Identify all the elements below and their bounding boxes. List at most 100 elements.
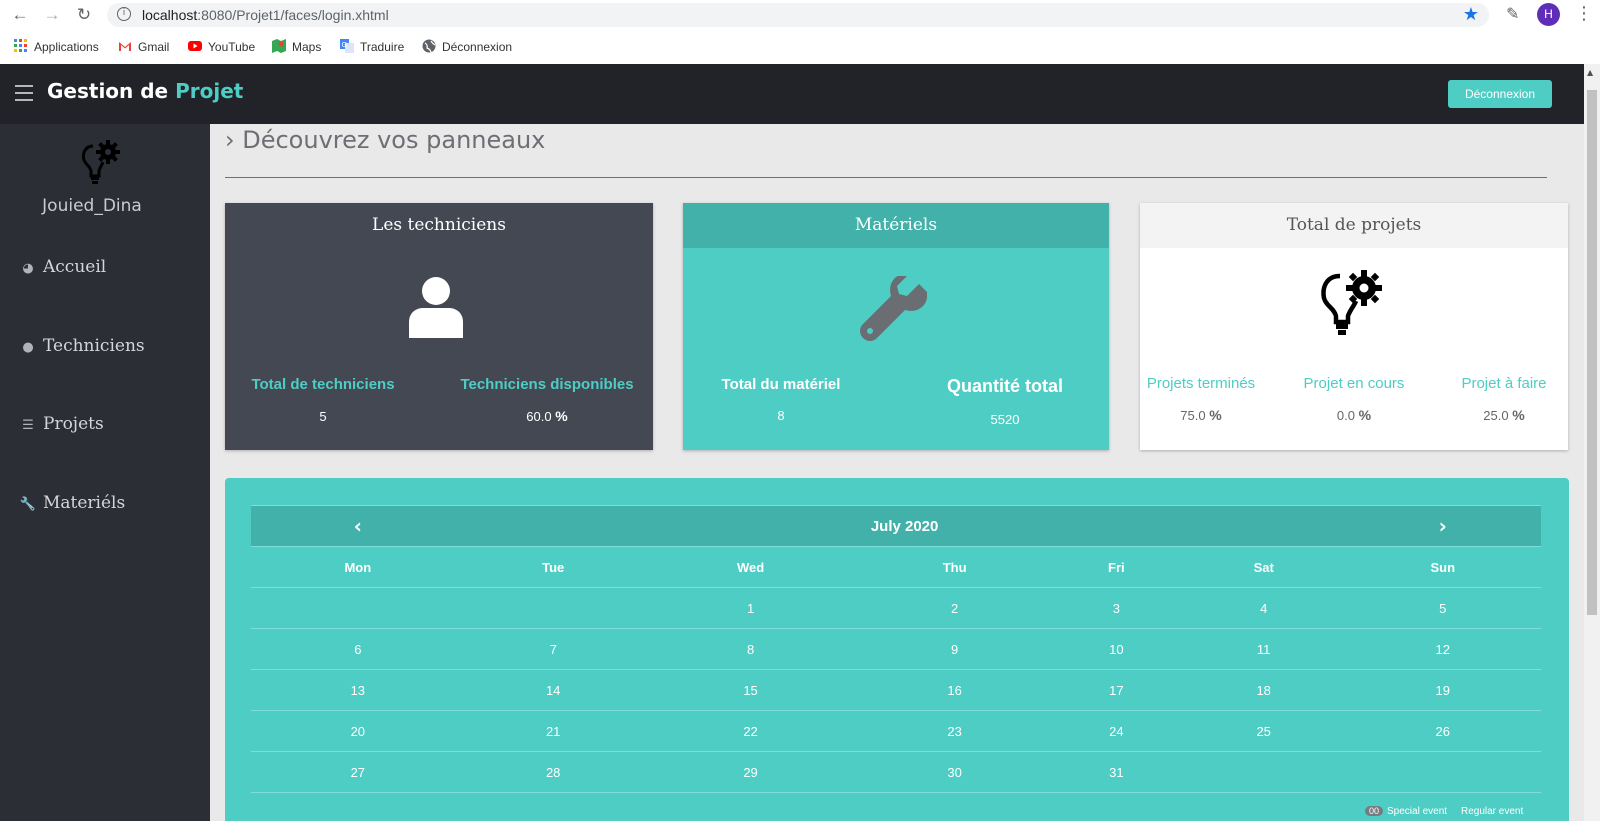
sidebar-item-techniciens[interactable]: ● Techniciens <box>19 334 144 358</box>
calendar-day[interactable]: 10 <box>1049 628 1183 670</box>
bookmark-youtube[interactable]: YouTube <box>188 38 255 56</box>
calendar-day[interactable]: 13 <box>251 669 465 711</box>
calendar-week-row: 6 7 8 9 10 11 12 <box>251 628 1541 670</box>
bookmark-label: Traduire <box>360 40 405 54</box>
calendar-day[interactable]: 28 <box>464 751 642 793</box>
url-path: :8080/Projet1/faces/login.xhtml <box>197 7 389 23</box>
bookmark-label: YouTube <box>208 40 256 54</box>
calendar-day[interactable]: 15 <box>641 669 860 711</box>
main-content: › Découvrez vos panneaux Les techniciens… <box>210 124 1584 821</box>
projects-panel[interactable]: Total de projets Projets terminés 75.0 %… <box>1140 203 1568 450</box>
calendar-day[interactable] <box>251 587 465 629</box>
weekday-label: Fri <box>1049 546 1183 588</box>
browser-toolbar: ← → ↻ i localhost:8080/Projet1/faces/log… <box>0 0 1600 29</box>
calendar-day[interactable]: 29 <box>641 751 860 793</box>
bookmark-traduire[interactable]: G Traduire <box>340 38 404 56</box>
calendar-day[interactable]: 17 <box>1049 669 1183 711</box>
projects-done-label: Projets terminés <box>1146 375 1256 392</box>
calendar-day[interactable]: 24 <box>1049 710 1183 752</box>
calendar-day[interactable]: 1 <box>641 587 860 629</box>
calendar-card: ‹ July 2020 › Mon Tue Wed Thu Fri Sat Su… <box>225 478 1569 821</box>
calendar-day[interactable]: 6 <box>251 628 465 670</box>
calendar-day[interactable]: 14 <box>464 669 642 711</box>
page-heading-text: Découvrez vos panneaux <box>242 126 546 154</box>
calendar-next-button[interactable]: › <box>1344 505 1541 547</box>
materials-panel[interactable]: Matériels Total du matériel 8 Quantité t… <box>683 203 1109 450</box>
calendar-day[interactable]: 8 <box>641 628 860 670</box>
weekday-label: Sat <box>1182 546 1345 588</box>
calendar-day[interactable] <box>464 587 642 629</box>
calendar-day[interactable]: 27 <box>251 751 465 793</box>
bookmark-star-icon[interactable]: ★ <box>1463 4 1479 25</box>
calendar-day[interactable] <box>1344 751 1541 793</box>
calendar-day[interactable]: 12 <box>1344 628 1541 670</box>
profile-avatar[interactable]: H <box>1537 3 1560 26</box>
bookmark-deconnexion[interactable]: Déconnexion <box>422 38 512 56</box>
calendar-day[interactable]: 23 <box>859 710 1050 752</box>
bookmark-label: Applications <box>34 40 99 54</box>
total-materials-value: 8 <box>777 408 785 423</box>
calendar-day[interactable]: 31 <box>1049 751 1183 793</box>
calendar-day[interactable]: 4 <box>1182 587 1345 629</box>
total-technicians-value: 5 <box>319 409 327 424</box>
sidebar: Jouied_Dina ◕ Accueil ● Techniciens ☰ Proje… <box>0 124 210 821</box>
hamburger-menu-icon[interactable] <box>15 85 33 101</box>
extensions-icon[interactable]: ✎ <box>1506 4 1519 23</box>
calendar-day[interactable]: 2 <box>859 587 1050 629</box>
wrench-icon: 🔧 <box>19 497 37 512</box>
calendar-month: July 2020 <box>464 505 1345 547</box>
chevron-right-icon: › <box>1438 514 1447 538</box>
bookmark-maps[interactable]: Maps <box>272 38 321 56</box>
browser-menu-icon[interactable]: ⋮ <box>1575 3 1593 24</box>
total-quantity-value: 5520 <box>990 412 1020 427</box>
calendar-day[interactable]: 9 <box>859 628 1050 670</box>
page-scrollbar[interactable]: ▲ <box>1584 64 1600 821</box>
percent-sign: % <box>1209 407 1222 423</box>
calendar-day[interactable] <box>1182 751 1345 793</box>
reload-icon[interactable]: ↻ <box>74 5 94 25</box>
calendar-day[interactable]: 30 <box>859 751 1050 793</box>
technicians-panel[interactable]: Les techniciens Total de techniciens 5 T… <box>225 203 653 450</box>
info-icon[interactable]: i <box>117 7 131 21</box>
sidebar-item-accueil[interactable]: ◕ Accueil <box>19 255 106 279</box>
dashboard-icon: ◕ <box>22 261 34 276</box>
bookmark-applications[interactable]: Applications <box>14 38 99 56</box>
bookmark-gmail[interactable]: Gmail <box>118 38 169 56</box>
percent-sign: % <box>555 408 568 424</box>
logout-button[interactable]: Déconnexion <box>1448 80 1552 108</box>
panel-title: Matériels <box>683 203 1109 248</box>
scrollbar-thumb[interactable] <box>1587 90 1597 615</box>
lightbulb-gear-icon <box>81 140 120 184</box>
calendar-day[interactable]: 21 <box>464 710 642 752</box>
calendar-day[interactable]: 25 <box>1182 710 1345 752</box>
calendar-day[interactable]: 26 <box>1344 710 1541 752</box>
back-arrow-icon[interactable]: ← <box>10 5 30 25</box>
calendar-day[interactable]: 3 <box>1049 587 1183 629</box>
lightbulb-gear-icon <box>1321 270 1382 335</box>
calendar-week-row: 20 21 22 23 24 25 26 <box>251 710 1541 752</box>
calendar-day[interactable]: 20 <box>251 710 465 752</box>
list-icon: ☰ <box>22 418 34 433</box>
projects-todo-value: 25.0 % <box>1444 407 1564 423</box>
address-bar[interactable]: i localhost:8080/Projet1/faces/login.xht… <box>107 3 1489 27</box>
bookmarks-bar: Applications Gmail YouTube Maps G Traduir… <box>0 29 1600 64</box>
panel-title: Total de projets <box>1140 203 1568 248</box>
panel-title: Les techniciens <box>372 215 506 235</box>
calendar-day[interactable]: 11 <box>1182 628 1345 670</box>
forward-arrow-icon[interactable]: → <box>42 5 62 25</box>
sidebar-item-projets[interactable]: ☰ Projets <box>19 412 104 436</box>
calendar-day[interactable]: 22 <box>641 710 860 752</box>
total-technicians-label: Total de techniciens <box>251 376 395 393</box>
calendar-prev-button[interactable]: ‹ <box>251 505 465 547</box>
calendar-day[interactable]: 5 <box>1344 587 1541 629</box>
calendar-day[interactable]: 7 <box>464 628 642 670</box>
url-host: localhost <box>142 7 198 23</box>
sidebar-username: Jouied_Dina <box>42 196 142 216</box>
calendar-day[interactable]: 19 <box>1344 669 1541 711</box>
sidebar-item-materiels[interactable]: 🔧 Materiéls <box>19 491 125 515</box>
chevron-right-icon: › <box>225 126 243 154</box>
weekday-row: Mon Tue Wed Thu Fri Sat Sun <box>251 546 1541 588</box>
calendar-day[interactable]: 18 <box>1182 669 1345 711</box>
calendar-day[interactable]: 16 <box>859 669 1050 711</box>
scroll-up-arrow-icon[interactable]: ▲ <box>1587 68 1593 77</box>
